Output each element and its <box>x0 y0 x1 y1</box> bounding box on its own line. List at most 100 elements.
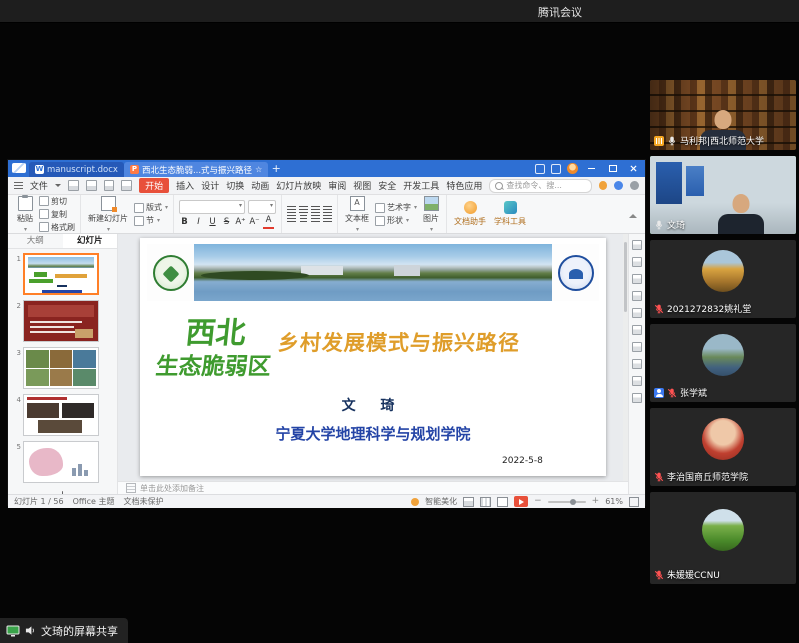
more-pane-icon[interactable] <box>632 393 642 403</box>
bold-button[interactable]: B <box>179 217 190 228</box>
properties-pane-icon[interactable] <box>632 240 642 250</box>
selection-pane-icon[interactable] <box>632 291 642 301</box>
picture-button[interactable]: 图片 <box>421 196 441 233</box>
doc-assistant-button[interactable]: 文档助手 <box>452 201 488 227</box>
tab-presentation-active[interactable]: 西北生态脆弱...式与振兴路径 ☆ <box>124 162 268 177</box>
numbering-icon[interactable] <box>299 206 308 213</box>
section-button[interactable]: 节 <box>134 215 168 226</box>
message-icon[interactable] <box>551 164 561 174</box>
wordart-button[interactable]: 艺术字 <box>375 202 417 213</box>
new-slide-button[interactable]: 新建幻灯片 <box>86 196 130 233</box>
favorite-star-icon[interactable]: ☆ <box>255 162 262 177</box>
save-icon[interactable] <box>68 180 79 191</box>
zoom-in-button[interactable]: + <box>592 497 600 506</box>
participant-tile[interactable]: 李治国商丘师范学院 <box>650 408 796 486</box>
format-painter-button[interactable]: 格式刷 <box>39 222 75 233</box>
account-avatar[interactable] <box>567 163 578 174</box>
ribbon-tab-animation[interactable]: 动画 <box>251 179 269 192</box>
screen-share-indicator[interactable]: 文琦的屏幕共享 <box>0 618 128 643</box>
redo-icon[interactable] <box>121 180 132 191</box>
slides-tab[interactable]: 幻灯片 <box>63 234 118 248</box>
shapes-button[interactable]: 形状 <box>375 215 417 226</box>
indent-increase-icon[interactable] <box>323 206 332 213</box>
copy-button[interactable]: 复制 <box>39 209 75 220</box>
decrease-font-button[interactable]: A⁻ <box>249 217 260 228</box>
slide-thumbnail-1[interactable]: 1 <box>10 253 115 295</box>
zoom-out-button[interactable]: − <box>534 497 542 506</box>
restore-button[interactable] <box>605 162 620 175</box>
reading-view-icon[interactable] <box>497 497 508 507</box>
ribbon-tab-view[interactable]: 视图 <box>353 179 371 192</box>
bullets-icon[interactable] <box>287 206 296 213</box>
participant-tile[interactable]: 张学斌 <box>650 324 796 402</box>
ribbon-tab-design[interactable]: 设计 <box>201 179 219 192</box>
print-icon[interactable] <box>86 180 97 191</box>
minimize-button[interactable] <box>584 162 599 175</box>
cloud-icon[interactable] <box>614 181 623 190</box>
slide-thumbnail-3[interactable]: 3 <box>10 347 115 389</box>
chart-pane-icon[interactable] <box>632 325 642 335</box>
normal-view-icon[interactable] <box>463 497 474 507</box>
cut-button[interactable]: 剪切 <box>39 196 75 207</box>
add-slide-button[interactable]: + <box>10 488 115 494</box>
protection-status[interactable]: 文档未保护 <box>124 496 164 507</box>
collapse-ribbon-icon[interactable] <box>629 210 637 218</box>
new-tab-button[interactable]: + <box>268 160 284 177</box>
tab-manuscript-docx[interactable]: manuscript.docx <box>29 162 124 177</box>
ribbon-tab-security[interactable]: 安全 <box>378 179 396 192</box>
line-spacing-icon[interactable] <box>323 215 332 222</box>
textbox-button[interactable]: 文本框 <box>343 196 371 233</box>
participant-tile[interactable]: 朱媛媛CCNU <box>650 492 796 584</box>
beautify-icon[interactable] <box>411 498 419 506</box>
participant-tile[interactable]: 马利邦|西北师范大学 <box>650 80 796 150</box>
settings-icon[interactable] <box>630 181 639 190</box>
italic-button[interactable]: I <box>193 217 204 228</box>
slide-thumbnail-4[interactable]: 4 <box>10 394 115 436</box>
file-menu[interactable]: 文件 <box>30 179 48 192</box>
command-search-input[interactable]: 查找命令、搜... <box>489 179 591 193</box>
sync-icon[interactable] <box>535 164 545 174</box>
notes-bar[interactable]: 单击此处添加备注 <box>118 481 628 494</box>
ribbon-tab-special[interactable]: 特色应用 <box>446 179 482 192</box>
participant-tile-active-speaker[interactable]: 文琦 <box>650 156 796 234</box>
paste-button[interactable]: 粘贴 <box>15 196 35 233</box>
ribbon-tab-slideshow[interactable]: 幻灯片放映 <box>276 179 321 192</box>
canvas-scrollbar[interactable] <box>623 234 628 481</box>
subject-tools-button[interactable]: 学科工具 <box>492 201 528 227</box>
ribbon-tab-devtools[interactable]: 开发工具 <box>403 179 439 192</box>
file-menu-caret-icon[interactable] <box>55 184 61 190</box>
align-right-icon[interactable] <box>311 215 320 222</box>
ribbon-tab-review[interactable]: 审阅 <box>328 179 346 192</box>
align-left-icon[interactable] <box>287 215 296 222</box>
design-pane-icon[interactable] <box>632 274 642 284</box>
app-menu-icon[interactable] <box>14 182 23 189</box>
font-name-select[interactable] <box>179 200 245 214</box>
beautify-label[interactable]: 智能美化 <box>425 496 457 507</box>
outline-tab[interactable]: 大纲 <box>8 234 63 248</box>
fit-window-icon[interactable] <box>629 497 639 507</box>
slide-thumbnail-2[interactable]: 2 <box>10 300 115 342</box>
increase-font-button[interactable]: A⁺ <box>235 217 246 228</box>
wps-logo-icon[interactable] <box>12 163 26 173</box>
zoom-slider[interactable] <box>548 501 586 503</box>
play-slideshow-button[interactable] <box>514 496 528 507</box>
layout-button[interactable]: 版式 <box>134 202 168 213</box>
font-size-select[interactable] <box>248 200 276 214</box>
close-button[interactable] <box>626 162 641 175</box>
underline-button[interactable]: U <box>207 217 218 228</box>
slide-thumbnail-5[interactable]: 5 <box>10 441 115 483</box>
ribbon-tab-transition[interactable]: 切换 <box>226 179 244 192</box>
member-icon[interactable] <box>599 181 608 190</box>
strikethrough-button[interactable]: S <box>221 217 232 228</box>
slide-sorter-view-icon[interactable] <box>480 497 491 507</box>
font-color-button[interactable]: A <box>263 216 274 229</box>
align-center-icon[interactable] <box>300 215 307 222</box>
indent-decrease-icon[interactable] <box>311 206 320 213</box>
participant-tile[interactable]: 2021272832姚礼堂 <box>650 240 796 318</box>
ribbon-tab-insert[interactable]: 插入 <box>176 179 194 192</box>
ribbon-tab-home[interactable]: 开始 <box>139 178 169 193</box>
undo-icon[interactable] <box>104 180 115 191</box>
comment-pane-icon[interactable] <box>632 342 642 352</box>
help-pane-icon[interactable] <box>632 359 642 369</box>
cloud-pane-icon[interactable] <box>632 376 642 386</box>
